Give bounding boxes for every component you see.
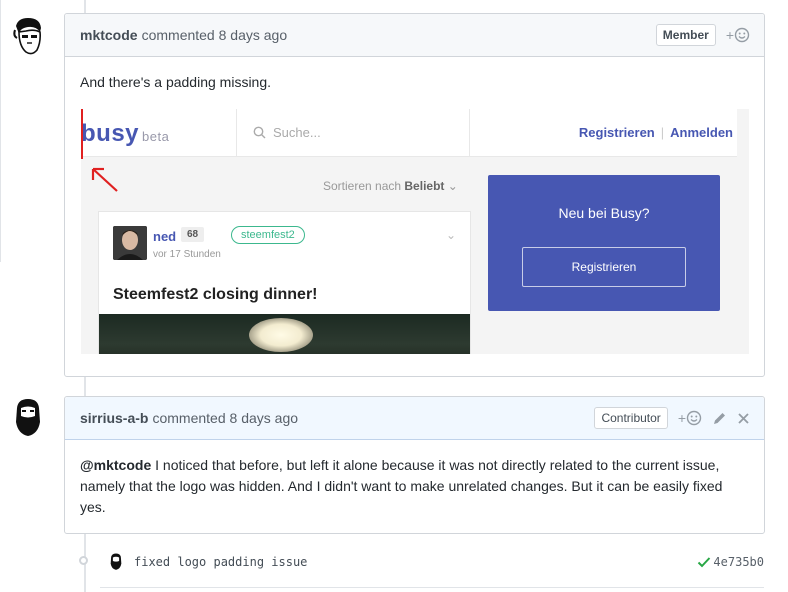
signup-card: Neu bei Busy? Registrieren — [488, 175, 720, 311]
check-icon[interactable] — [697, 556, 711, 568]
left-rule — [0, 0, 1, 262]
lamp-graphic — [249, 318, 313, 352]
comment-action: commented — [141, 27, 215, 43]
comment-actions: Member + — [655, 14, 750, 56]
plus-icon: + — [725, 27, 734, 43]
user-mention[interactable]: @mktcode — [80, 457, 151, 473]
smiley-icon — [686, 410, 702, 426]
busy-logo: busy beta — [81, 120, 170, 147]
pencil-icon — [714, 412, 725, 424]
login-link: Anmelden — [670, 125, 733, 140]
chevron-down-icon: ⌄ — [447, 179, 458, 193]
comment-time[interactable]: 8 days ago — [230, 410, 299, 426]
search-icon — [253, 126, 266, 139]
sirrius-avatar[interactable] — [10, 396, 46, 436]
commit-sha[interactable]: 4e735b0 — [713, 555, 764, 569]
comment-mktcode: mktcode commented 8 days ago Member + An… — [64, 13, 765, 377]
close-icon — [738, 412, 749, 424]
post-tag: steemfest2 — [231, 226, 305, 244]
post-time: vor 17 Stunden — [153, 249, 221, 260]
add-reaction-button[interactable]: + — [726, 27, 750, 43]
comment-body-text: I noticed that before, but left it alone… — [80, 457, 723, 515]
topbar-divider — [236, 109, 237, 156]
reputation-badge: 68 — [181, 227, 205, 242]
annotation-red-line — [81, 109, 83, 159]
embedded-screenshot[interactable]: busy beta Suche... Registrieren | Anmelden … — [81, 109, 749, 354]
annotation-arrow-icon — [91, 167, 118, 192]
commit-message[interactable]: fixed logo padding issue — [134, 555, 307, 569]
signup-register-button: Registrieren — [522, 247, 686, 287]
register-link: Registrieren — [578, 125, 655, 140]
edit-button[interactable] — [712, 411, 727, 426]
signup-title: Neu bei Busy? — [558, 205, 650, 221]
comment-action: commented — [152, 410, 226, 426]
comment-author[interactable]: mktcode — [80, 27, 138, 43]
post-image — [99, 314, 470, 354]
post-title: Steemfest2 closing dinner! — [113, 286, 318, 303]
comment-header: sirrius-a-b commented 8 days ago Contrib… — [65, 397, 764, 440]
member-badge: Member — [655, 24, 716, 46]
busy-nav-links: Registrieren | Anmelden — [578, 125, 733, 140]
topbar-divider — [469, 109, 470, 156]
comment-header: mktcode commented 8 days ago Member + — [65, 14, 764, 57]
delete-button[interactable] — [737, 412, 750, 425]
comment-body: @mktcode I noticed that before, but left… — [65, 440, 764, 533]
comment-sirrius: sirrius-a-b commented 8 days ago Contrib… — [64, 396, 765, 534]
comment-time[interactable]: 8 days ago — [219, 27, 288, 43]
plus-icon: + — [677, 410, 686, 426]
commit-author-avatar[interactable] — [108, 551, 124, 571]
add-reaction-button[interactable]: + — [678, 410, 702, 426]
comment-author[interactable]: sirrius-a-b — [80, 410, 148, 426]
ned-avatar — [113, 226, 147, 260]
post-card: ned 68 steemfest2 vor 17 Stunden ⌄ Steem… — [98, 211, 471, 354]
commit-divider — [100, 587, 764, 588]
comment-actions: Contributor + — [594, 397, 750, 439]
sort-selector: Sortieren nach Beliebt ⌄ — [323, 179, 458, 193]
contributor-badge: Contributor — [594, 407, 668, 429]
busy-search: Suche... — [253, 125, 321, 140]
post-author: ned — [153, 229, 177, 244]
smiley-icon — [734, 27, 750, 43]
mktcode-avatar[interactable] — [10, 16, 46, 56]
commit-node-icon — [79, 556, 88, 565]
commit-status: 4e735b0 — [697, 555, 764, 569]
chevron-down-icon: ⌄ — [445, 228, 456, 242]
comment-body: And there's a padding missing. — [80, 74, 272, 90]
busy-topbar: busy beta Suche... Registrieren | Anmelden — [81, 109, 737, 157]
